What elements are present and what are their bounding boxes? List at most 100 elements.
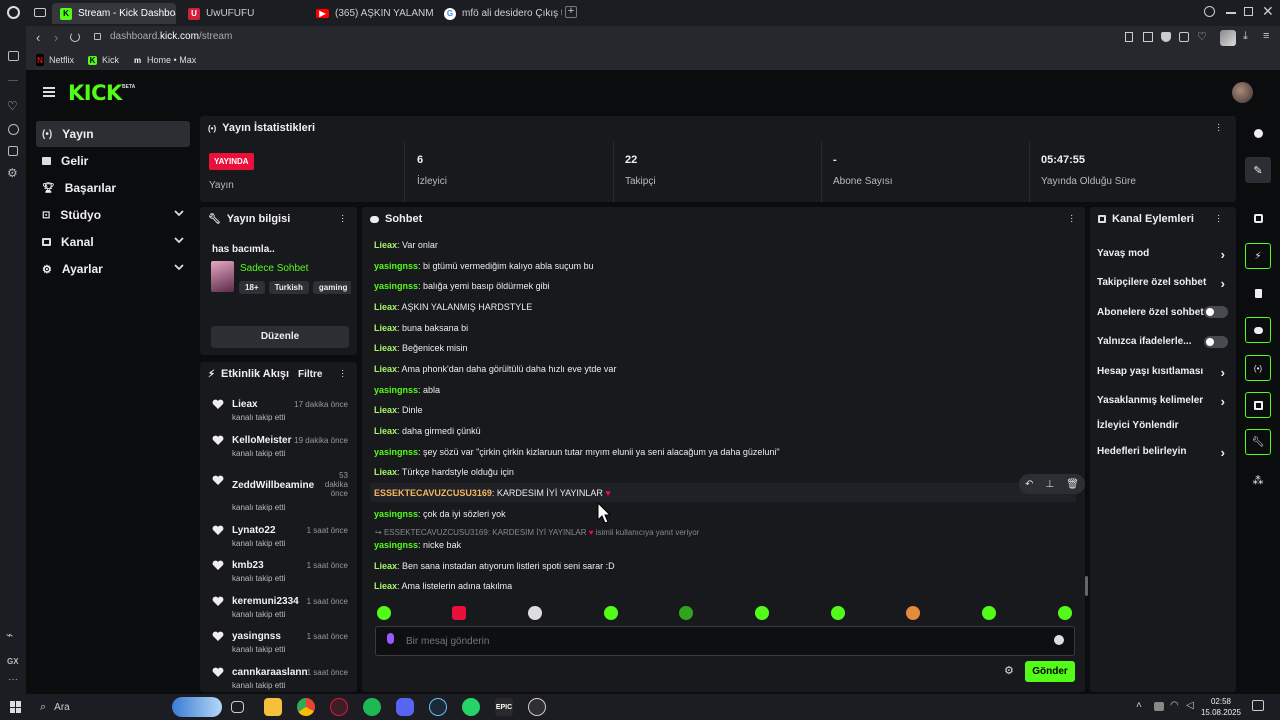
chat-username[interactable]: Lieax bbox=[374, 364, 397, 374]
chat-message[interactable]: Lieax: buna baksana bi bbox=[374, 323, 468, 333]
tray-chevron-icon[interactable]: ˄ bbox=[1136, 700, 1142, 711]
windows-start-icon[interactable] bbox=[10, 701, 22, 713]
task-view-icon[interactable] bbox=[231, 701, 244, 713]
activity-event[interactable]: yasingnss 1 saat önce kanalı takip etti bbox=[212, 631, 352, 667]
chat-message[interactable]: yasingnss: bi gtümü vermediğim kalıyo ab… bbox=[374, 261, 594, 271]
discord-icon[interactable] bbox=[396, 698, 414, 716]
emote-icon[interactable] bbox=[906, 606, 920, 620]
wrench-panel-icon[interactable]: 🔧︎ bbox=[1245, 429, 1271, 455]
heart-sidebar-icon[interactable]: ♡ bbox=[7, 99, 18, 113]
steam-icon[interactable] bbox=[429, 698, 447, 716]
category-link[interactable]: Sadece Sohbet bbox=[240, 263, 308, 274]
emote-icon[interactable] bbox=[755, 606, 769, 620]
action-followers-only[interactable]: Takipçilere özel sohbet › bbox=[1097, 276, 1227, 291]
pin-icon[interactable]: ⊥ bbox=[1045, 479, 1054, 490]
emote-icon[interactable] bbox=[679, 606, 693, 620]
chat-message[interactable]: Lieax: Türkçe hardstyle olduğu için bbox=[374, 467, 514, 477]
chat-username[interactable]: Lieax bbox=[374, 561, 397, 571]
opera-gx-icon[interactable] bbox=[330, 698, 348, 716]
tray-icon[interactable] bbox=[1154, 702, 1164, 711]
chat-message[interactable]: Lieax: Ama phonk'dan daha görültülü daha… bbox=[374, 364, 616, 374]
filter-button[interactable]: Filtre bbox=[298, 369, 322, 380]
chat-username[interactable]: Lieax bbox=[374, 581, 397, 591]
gx-icon[interactable]: GX bbox=[7, 657, 19, 666]
workspaces-icon[interactable] bbox=[34, 8, 46, 17]
download-icon[interactable]: ⤓ bbox=[1243, 30, 1248, 43]
back-icon[interactable]: ‹ bbox=[36, 30, 40, 45]
chat-message[interactable]: yasingnss: çok da iyi sözleri yok bbox=[374, 509, 506, 519]
tag[interactable]: gaming bbox=[312, 281, 351, 294]
tab-kick-dashboard[interactable]: K Stream - Kick Dashboard bbox=[52, 3, 176, 24]
gx-control-icon[interactable]: ⌁ bbox=[6, 628, 13, 642]
profile-avatar-icon[interactable] bbox=[1220, 30, 1236, 46]
chat-message[interactable]: ESSEKTECAVUZCUSU3169: KARDESIM İYİ YAYIN… bbox=[374, 488, 611, 498]
chat-message[interactable]: yasingnss: abla bbox=[374, 385, 440, 395]
more-options-icon[interactable]: · · · bbox=[341, 211, 344, 227]
emote-icon[interactable] bbox=[377, 606, 391, 620]
whatsapp-icon[interactable] bbox=[462, 698, 480, 716]
chat-message-input[interactable] bbox=[406, 631, 1026, 651]
info-icon[interactable] bbox=[1245, 120, 1271, 146]
action-set-goals[interactable]: Hedefleri belirleyin › bbox=[1097, 445, 1227, 460]
shield-icon[interactable] bbox=[1161, 32, 1171, 42]
chat-username[interactable]: Lieax bbox=[374, 426, 397, 436]
obs-icon[interactable] bbox=[528, 698, 546, 716]
user-avatar[interactable] bbox=[1232, 82, 1253, 103]
chat-scrollbar[interactable] bbox=[1085, 576, 1088, 596]
chat-message[interactable]: Lieax: AŞKIN YALANMIŞ HARDSTYLE bbox=[374, 302, 532, 312]
chat-settings-icon[interactable]: ⚙ bbox=[1004, 664, 1014, 677]
close-window-icon[interactable]: ✕ bbox=[1262, 3, 1274, 20]
emotes-only-toggle[interactable] bbox=[1204, 336, 1228, 348]
chat-username[interactable]: yasingnss bbox=[374, 261, 418, 271]
more-options-icon[interactable]: · · · bbox=[341, 366, 344, 382]
delete-icon[interactable]: 🗑︎ bbox=[1066, 479, 1079, 490]
chat-username[interactable]: Lieax bbox=[374, 302, 397, 312]
chat-message[interactable]: Lieax: Ben sana instadan atıyorum listle… bbox=[374, 561, 615, 571]
chat-username[interactable]: ESSEKTECAVUZCUSU3169 bbox=[374, 488, 492, 498]
activity-event[interactable]: ZeddWillbeamine 53 dakika önce kanalı taki… bbox=[212, 470, 352, 514]
activity-event[interactable]: KelloMeister 19 dakika önce kanalı takip e… bbox=[212, 435, 352, 471]
chat-message[interactable]: Lieax: Var onlar bbox=[374, 240, 438, 250]
chat-message[interactable]: Lieax: Dinle bbox=[374, 405, 423, 415]
share-icon[interactable]: ⁂ bbox=[1245, 467, 1271, 493]
activity-event[interactable]: cannkaraaslann 1 saat önce kanalı takip et… bbox=[212, 667, 352, 691]
chat-username[interactable]: yasingnss bbox=[374, 447, 418, 457]
bookmark-max[interactable]: m Home • Max bbox=[133, 54, 196, 66]
file-explorer-icon[interactable] bbox=[264, 698, 282, 716]
new-tab-button[interactable]: + bbox=[565, 6, 577, 18]
action-host-redirect[interactable]: İzleyici Yönlendir bbox=[1097, 420, 1227, 431]
activity-event[interactable]: kmb23 1 saat önce kanalı takip etti bbox=[212, 560, 352, 596]
bookmark-icon[interactable] bbox=[1125, 32, 1133, 42]
nav-ayarlar[interactable]: ⚙ Ayarlar bbox=[36, 256, 190, 282]
microphone-icon[interactable] bbox=[387, 633, 394, 644]
emote-icon[interactable] bbox=[1058, 606, 1072, 620]
emote-icon[interactable] bbox=[604, 606, 618, 620]
lightning-panel-icon[interactable]: ⚡︎ bbox=[1245, 243, 1271, 269]
search-tabs-icon[interactable] bbox=[1204, 6, 1215, 17]
more-options-icon[interactable]: · · · bbox=[1070, 211, 1073, 227]
nav-kanal[interactable]: Kanal bbox=[36, 229, 190, 255]
taskbar-clock[interactable]: 02:58 15.08.2025 bbox=[1200, 696, 1242, 718]
tag[interactable]: 18+ bbox=[239, 281, 265, 294]
emote-icon[interactable] bbox=[528, 606, 542, 620]
document-icon[interactable] bbox=[1245, 280, 1271, 306]
extensions-icon[interactable] bbox=[1179, 32, 1189, 42]
channel-panel-icon[interactable] bbox=[1245, 392, 1271, 418]
menu-icon[interactable]: ≡ bbox=[1263, 30, 1269, 42]
tab-google[interactable]: G mfö ali desidero Çıkış tar bbox=[436, 3, 562, 24]
snapshot-icon[interactable] bbox=[1143, 32, 1153, 42]
chat-message[interactable]: Lieax: Ama listelerin adına takılma bbox=[374, 581, 512, 591]
tab-uwufufu[interactable]: U UwUFUFU bbox=[180, 3, 304, 24]
heart-outline-icon[interactable]: ♡ bbox=[1197, 30, 1207, 43]
settings-sidebar-icon[interactable]: ⚙ bbox=[7, 166, 18, 180]
chrome-icon[interactable] bbox=[297, 698, 315, 716]
chat-username[interactable]: Lieax bbox=[374, 323, 397, 333]
url-field[interactable]: dashboard.kick.com/stream bbox=[110, 31, 232, 42]
chat-username[interactable]: yasingnss bbox=[374, 385, 418, 395]
emoji-picker-icon[interactable] bbox=[1054, 635, 1064, 645]
emote-icon[interactable] bbox=[982, 606, 996, 620]
epic-games-icon[interactable]: EPIC bbox=[495, 698, 513, 716]
chat-message[interactable]: Lieax: daha girmedi çünkü bbox=[374, 426, 481, 436]
action-slow-mode[interactable]: Yavaş mod › bbox=[1097, 247, 1227, 262]
emote-icon[interactable] bbox=[831, 606, 845, 620]
